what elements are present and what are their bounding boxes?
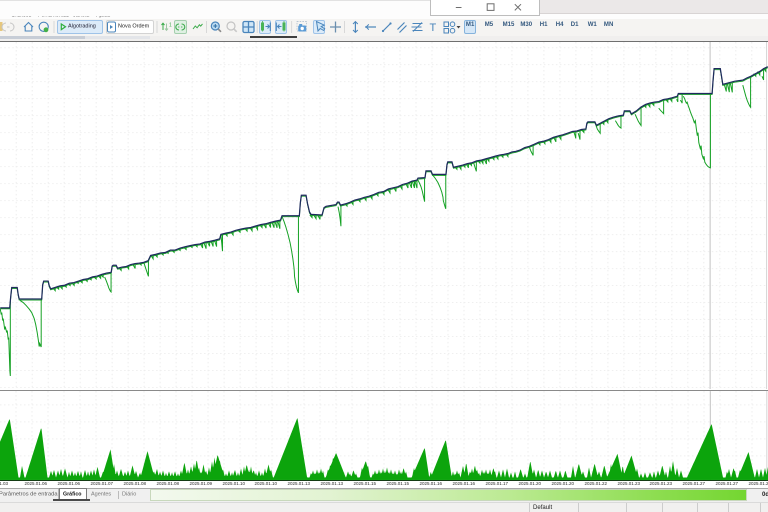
svg-text:T: T [430, 22, 437, 34]
svg-text:1: 1 [169, 23, 172, 29]
